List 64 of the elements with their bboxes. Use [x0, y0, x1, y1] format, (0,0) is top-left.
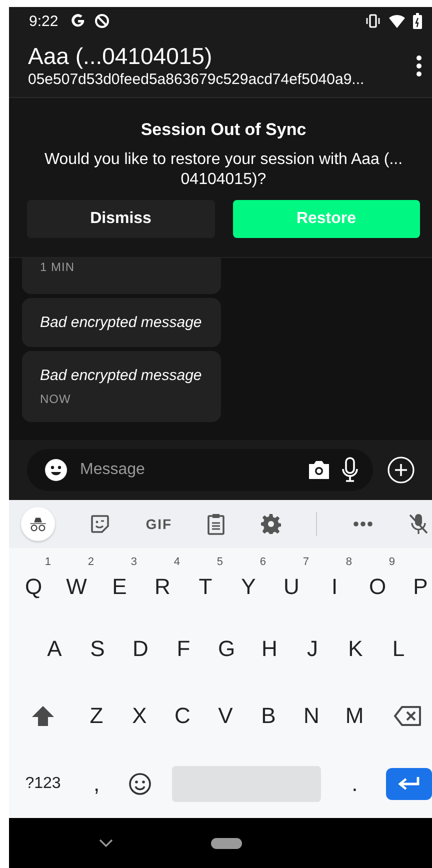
message-text: Bad encrypted message — [40, 314, 203, 331]
enter-icon[interactable] — [397, 776, 422, 792]
sticker-icon[interactable] — [90, 514, 110, 534]
key[interactable]: 5 T — [184, 554, 227, 610]
message-text: Bad encrypted message — [40, 367, 203, 384]
microphone-icon[interactable] — [341, 457, 359, 483]
key[interactable]: , — [75, 756, 118, 812]
banner-message: Would you like to restore your session with Aaa (... 04104015)? — [43, 150, 404, 190]
key[interactable]: 7 U — [270, 554, 313, 610]
key[interactable]: P — [399, 554, 432, 610]
key[interactable]: G — [205, 620, 248, 676]
vibrate-icon — [365, 14, 381, 28]
dismiss-button[interactable]: Dismiss — [27, 200, 214, 238]
key[interactable]: B — [247, 688, 290, 744]
more-icon[interactable] — [352, 521, 373, 527]
backspace-icon[interactable] — [394, 706, 422, 726]
home-handle[interactable] — [211, 838, 242, 848]
key[interactable]: 6 Y — [227, 554, 270, 610]
message-time: NOW — [40, 392, 72, 406]
key[interactable]: D — [119, 620, 162, 676]
key[interactable]: F — [162, 620, 205, 676]
key[interactable]: 2 W — [55, 554, 98, 610]
key[interactable]: S — [76, 620, 119, 676]
add-icon[interactable] — [387, 456, 415, 484]
key[interactable]: Z — [75, 688, 118, 744]
key[interactable]: J — [291, 620, 334, 676]
key[interactable]: K — [334, 620, 377, 676]
emoji-icon[interactable] — [44, 458, 68, 482]
status-time: 9:22 — [29, 12, 58, 30]
message-input[interactable]: Message — [78, 460, 297, 480]
symbols-key[interactable]: ?123 — [21, 756, 65, 812]
key[interactable]: 9 O — [356, 554, 399, 610]
key[interactable]: H — [248, 620, 291, 676]
enter-key[interactable] — [386, 768, 432, 800]
gif-button[interactable]: GIF — [146, 516, 172, 532]
key[interactable]: N — [290, 688, 333, 744]
key[interactable]: A — [33, 620, 76, 676]
key[interactable]: 3 E — [98, 554, 141, 610]
key[interactable]: 1 Q — [12, 554, 55, 610]
mic-off-icon[interactable] — [408, 513, 428, 535]
key[interactable]: M — [333, 688, 376, 744]
settings-icon[interactable] — [260, 514, 281, 534]
google-icon — [70, 13, 86, 29]
chevron-down-icon[interactable] — [99, 839, 113, 847]
key[interactable]: C — [161, 688, 204, 744]
session-id: 05e507d53d0feed5a863679c529acd74ef5040a9... — [28, 70, 366, 90]
battery-icon — [413, 13, 422, 29]
incognito-button[interactable] — [21, 507, 55, 541]
wifi-icon — [389, 14, 405, 28]
emoji-icon[interactable] — [128, 772, 152, 796]
key[interactable]: V — [204, 688, 247, 744]
key[interactable]: . — [333, 756, 376, 812]
key[interactable]: 4 R — [141, 554, 184, 610]
more-options-icon[interactable] — [416, 55, 422, 77]
key[interactable]: L — [377, 620, 420, 676]
clipboard-icon[interactable] — [207, 513, 226, 535]
key[interactable]: 8 I — [313, 554, 356, 610]
conversation-title: Aaa (...04104015) — [28, 42, 214, 70]
banner-title: Session Out of Sync — [140, 120, 308, 140]
camera-icon[interactable] — [307, 460, 331, 480]
key[interactable]: X — [118, 688, 161, 744]
message-time: 1 MIN — [40, 260, 76, 274]
shift-icon[interactable] — [31, 704, 55, 726]
message-field[interactable]: Message — [27, 449, 373, 491]
